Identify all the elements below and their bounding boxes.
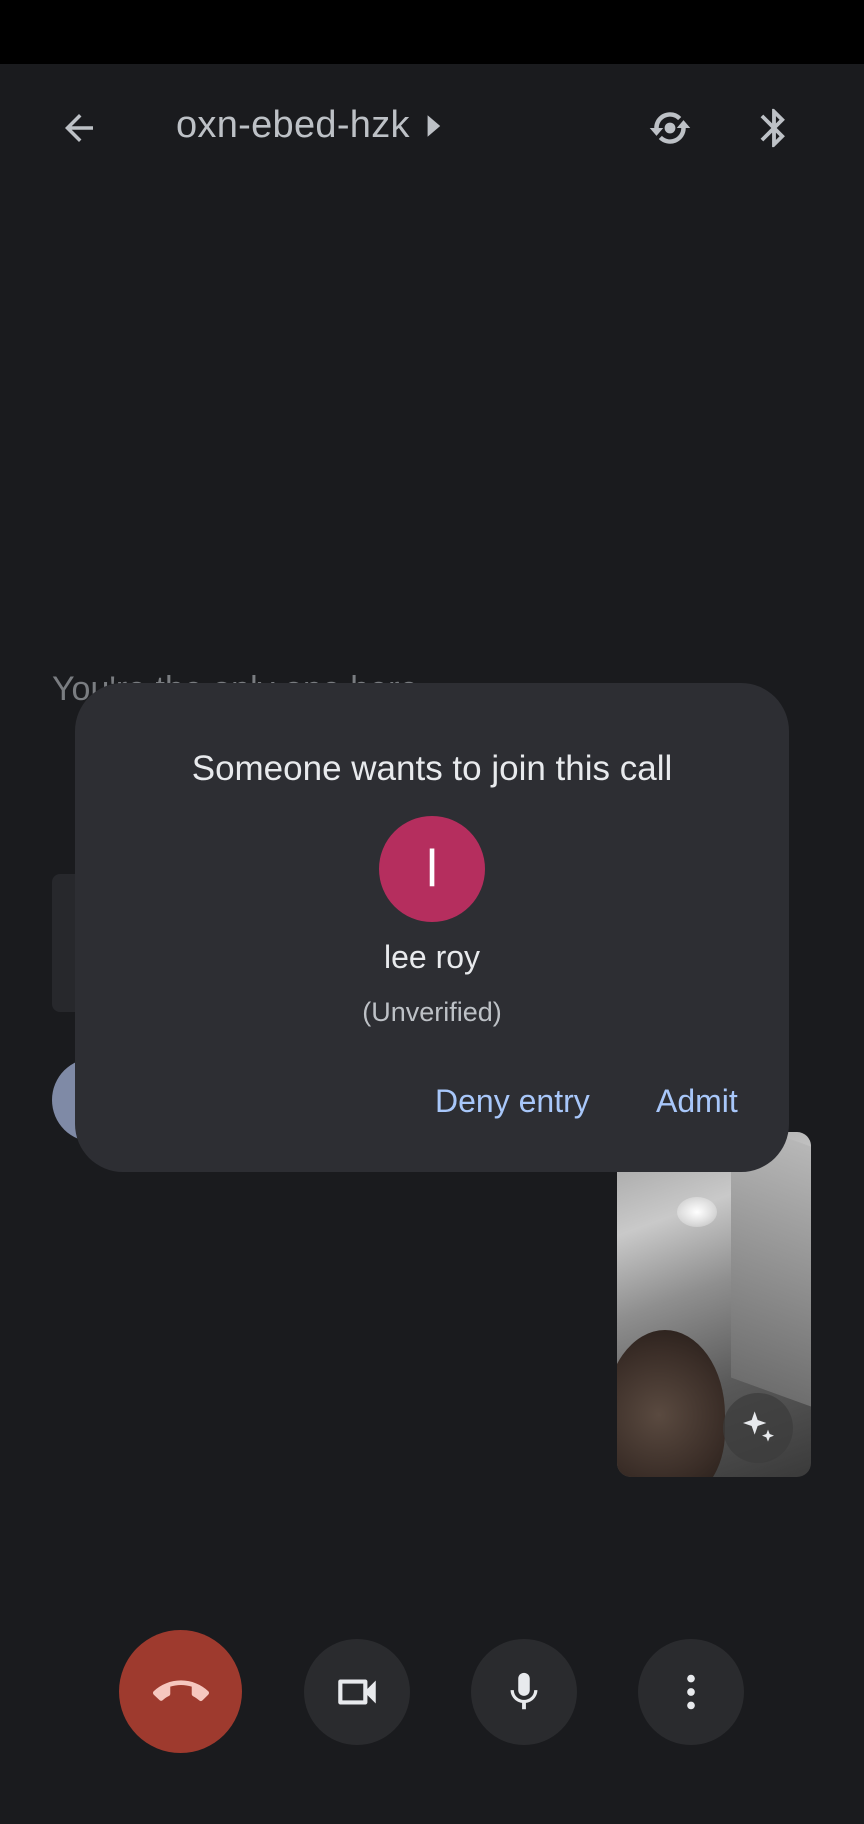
avatar-initial: l (426, 840, 438, 898)
dialog-title: Someone wants to join this call (191, 749, 673, 788)
requester-name: lee roy (383, 939, 481, 975)
requester-status: (Unverified) (362, 997, 502, 1027)
mic-icon (510, 1672, 538, 1710)
end-call-button[interactable] (119, 1630, 242, 1753)
deny-entry-button[interactable]: Deny entry (435, 1083, 590, 1120)
camera-toggle-button[interactable] (304, 1639, 410, 1745)
more-options-button[interactable] (638, 1639, 744, 1745)
join-request-dialog: Someone wants to join this call l lee ro… (75, 683, 789, 1172)
videocam-icon (338, 1679, 376, 1705)
more-vert-icon (687, 1674, 695, 1710)
microphone-toggle-button[interactable] (471, 1639, 577, 1745)
call-end-icon (152, 1679, 209, 1701)
admit-button[interactable]: Admit (656, 1083, 738, 1120)
avatar: l (379, 816, 485, 922)
